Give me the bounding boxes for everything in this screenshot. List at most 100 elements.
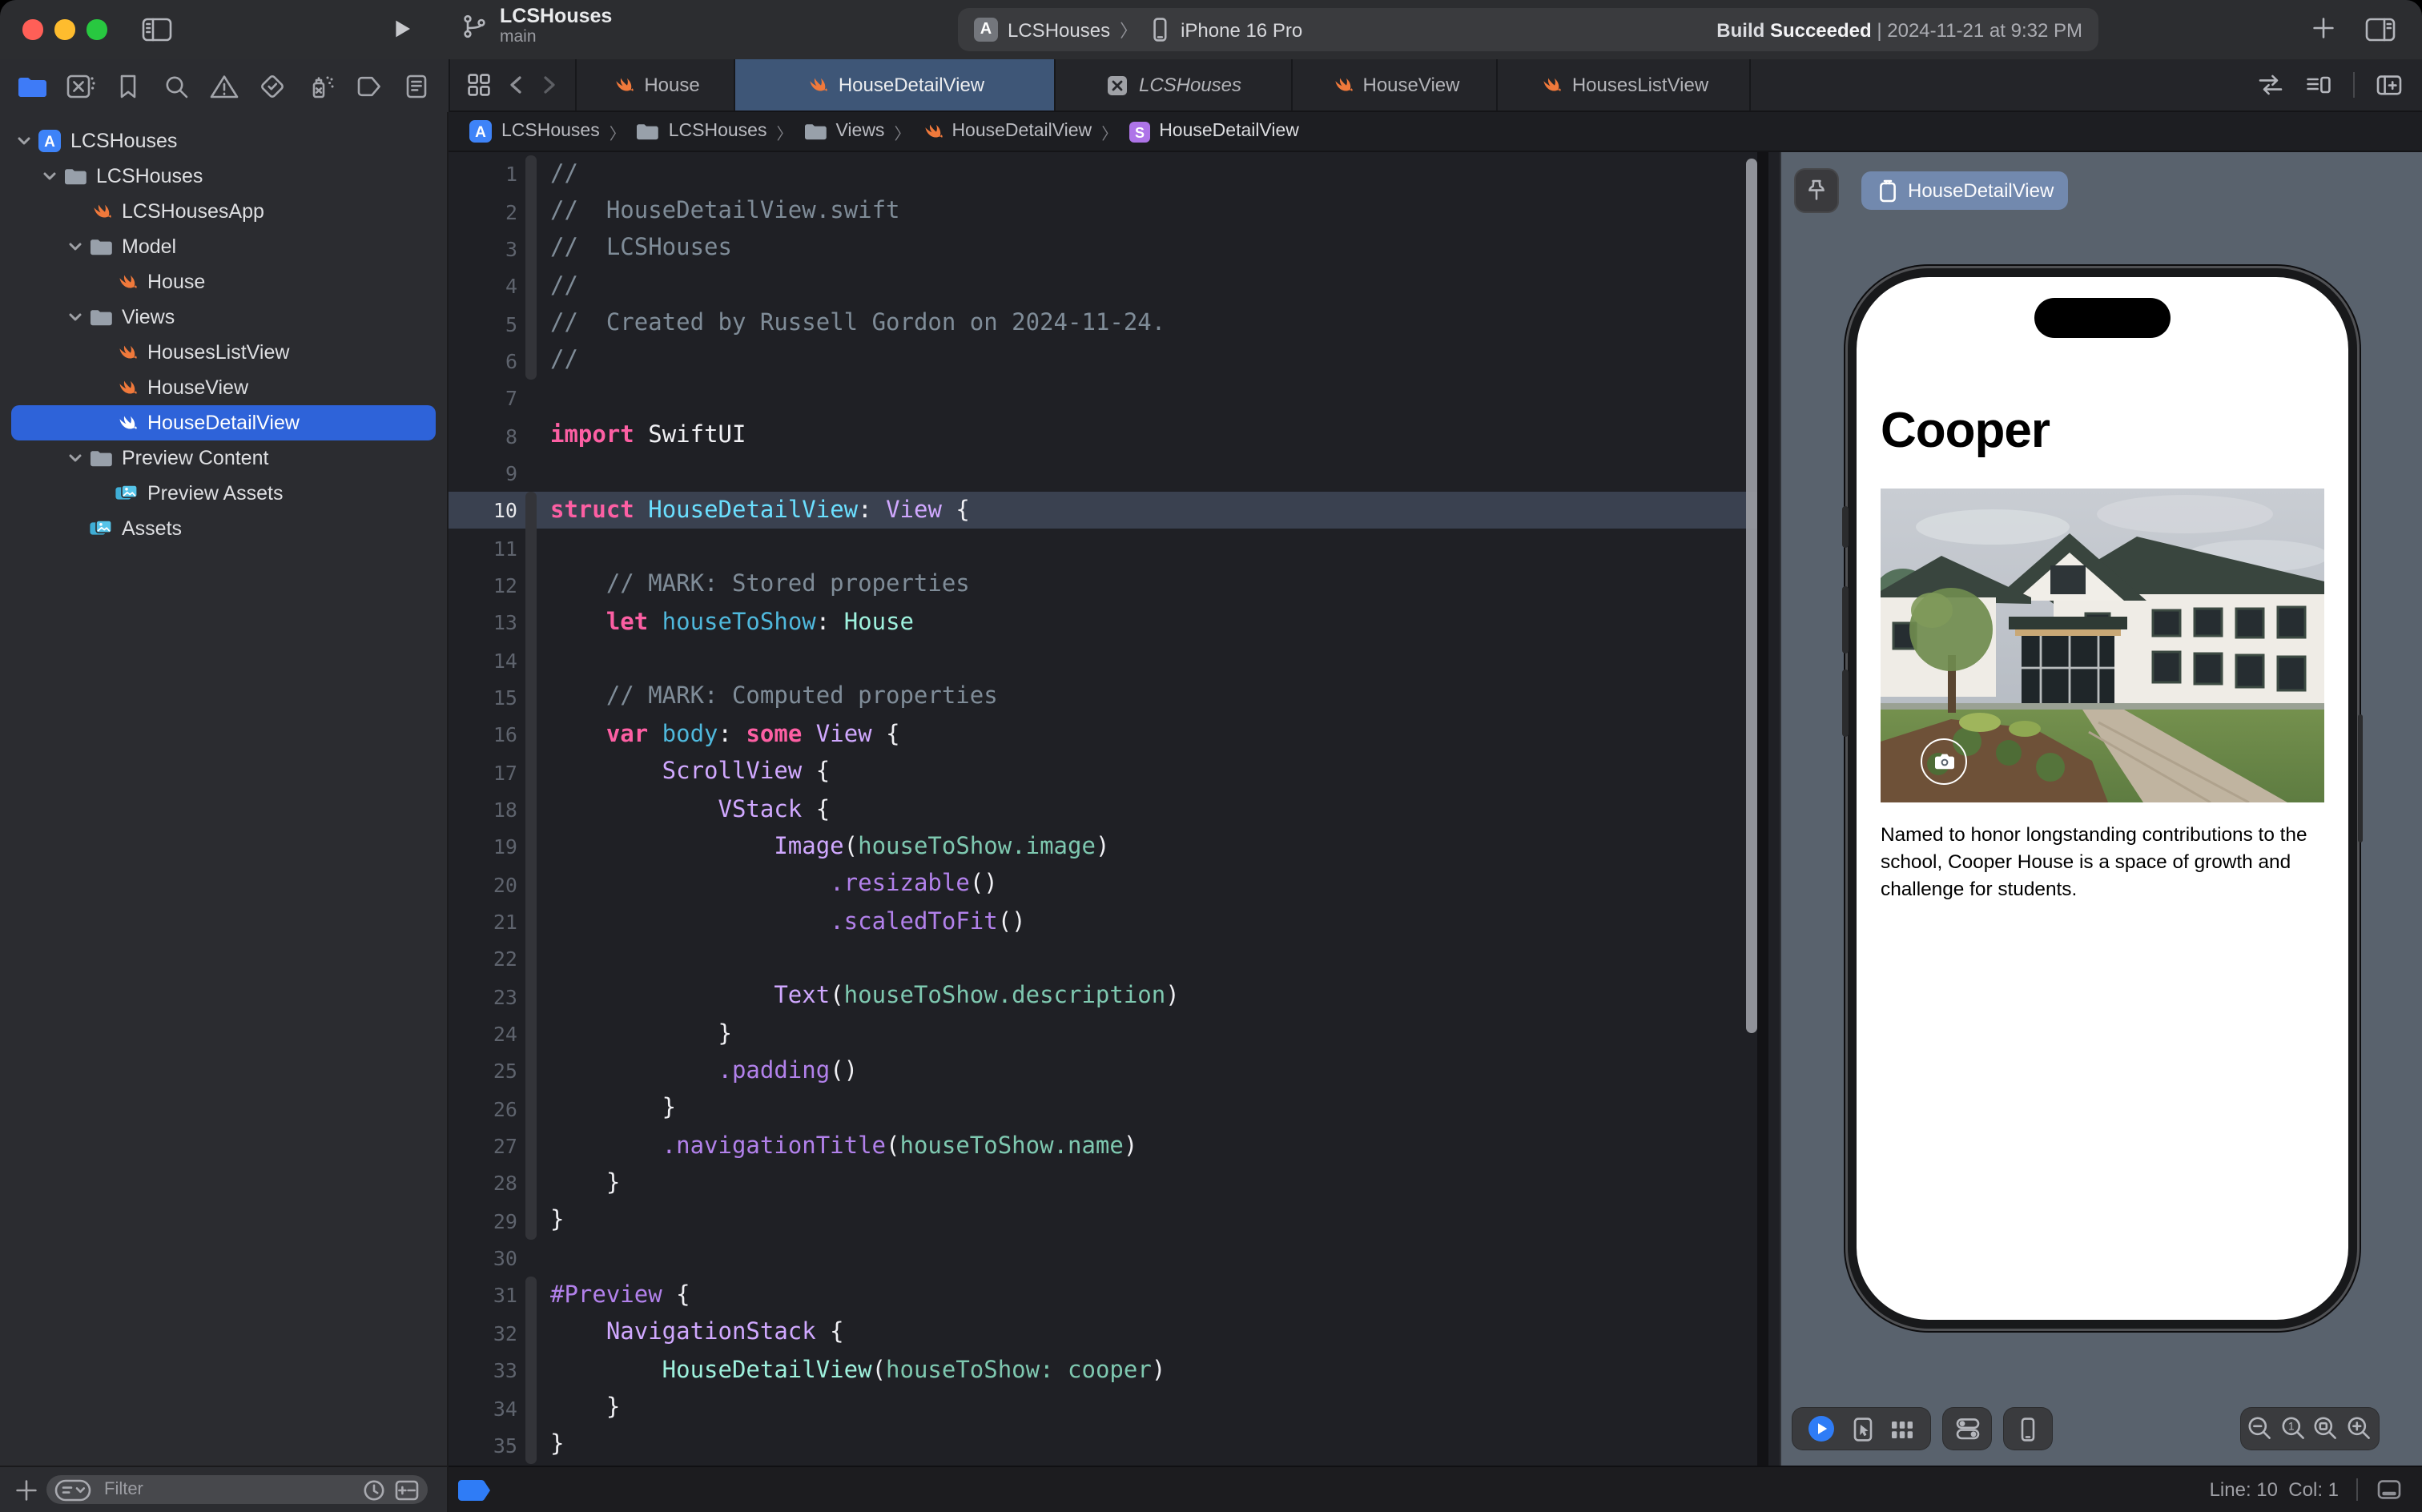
run-destination-project[interactable]: LCSHouses	[1008, 18, 1110, 41]
scheme-area[interactable]: LCSHouses main	[461, 6, 612, 46]
zoom-100-button[interactable]: 1	[2279, 1414, 2307, 1443]
code-line-4[interactable]: 4//	[449, 267, 1757, 305]
line-number[interactable]: 21	[449, 910, 517, 934]
editor-options-icon[interactable]	[2305, 72, 2332, 98]
toggle-bottom-bar-icon[interactable]	[2376, 1477, 2403, 1502]
line-number[interactable]: 34	[449, 1396, 517, 1420]
toggle-left-sidebar-icon[interactable]	[141, 14, 173, 45]
disclosure-chevron-icon[interactable]	[13, 133, 35, 149]
jumpbar-item-Views[interactable]: Views	[803, 119, 885, 144]
tab-HousesListView[interactable]: HousesListView	[1498, 59, 1751, 111]
line-number[interactable]: 14	[449, 648, 517, 672]
line-number[interactable]: 33	[449, 1358, 517, 1382]
line-number[interactable]: 8	[449, 424, 517, 448]
line-number[interactable]: 32	[449, 1321, 517, 1345]
pin-preview-button[interactable]	[1794, 168, 1839, 213]
code-line-9[interactable]: 9	[449, 455, 1757, 493]
jumpbar-item-LCSHouses[interactable]: ALCSHouses	[468, 119, 600, 144]
related-items-icon[interactable]	[466, 72, 492, 98]
debug-navigator-icon[interactable]	[303, 68, 338, 103]
code-line-8[interactable]: 8import SwiftUI	[449, 417, 1757, 455]
line-number[interactable]: 29	[449, 1209, 517, 1233]
code-line-29[interactable]: 29}	[449, 1202, 1757, 1240]
sidebar-item-HouseView[interactable]: HouseView	[11, 370, 436, 405]
code-line-26[interactable]: 26}	[449, 1090, 1757, 1128]
sidebar-item-Preview-Content[interactable]: Preview Content	[11, 440, 436, 476]
activity-status-pill[interactable]: A LCSHouses 〉 iPhone 16 Pro Build Succee…	[958, 8, 2098, 51]
code-line-2[interactable]: 2// HouseDetailView.swift	[449, 193, 1757, 231]
line-number[interactable]: 20	[449, 872, 517, 896]
code-line-14[interactable]: 14	[449, 641, 1757, 679]
tab-HouseDetailView[interactable]: HouseDetailView	[735, 59, 1056, 111]
line-number[interactable]: 28	[449, 1172, 517, 1196]
code-line-27[interactable]: 27.navigationTitle(houseToShow.name)	[449, 1128, 1757, 1165]
bookmarks-navigator-icon[interactable]	[111, 68, 146, 103]
jumpbar-item-HouseDetailView[interactable]: SHouseDetailView	[1127, 119, 1299, 143]
line-number[interactable]: 27	[449, 1134, 517, 1158]
line-number[interactable]: 26	[449, 1097, 517, 1121]
tab-LCSHouses[interactable]: LCSHouses	[1056, 59, 1293, 111]
minimize-window-button[interactable]	[54, 19, 74, 39]
disclosure-chevron-icon[interactable]	[64, 309, 86, 325]
recent-files-icon[interactable]	[362, 1478, 386, 1502]
preview-screen[interactable]: Cooper	[1857, 277, 2348, 1320]
line-number[interactable]: 17	[449, 760, 517, 784]
run-destination-device[interactable]: iPhone 16 Pro	[1181, 18, 1302, 41]
source-control-navigator-icon[interactable]	[62, 68, 98, 103]
line-number[interactable]: 6	[449, 349, 517, 373]
code-line-18[interactable]: 18VStack {	[449, 791, 1757, 829]
preview-device-button[interactable]	[2015, 1415, 2041, 1442]
zoom-out-button[interactable]	[2246, 1414, 2275, 1443]
zoom-fit-button[interactable]	[2312, 1414, 2341, 1443]
preview-device-settings-button[interactable]	[1953, 1416, 1981, 1442]
sidebar-item-HouseDetailView[interactable]: HouseDetailView	[11, 405, 436, 440]
tab-HouseView[interactable]: HouseView	[1293, 59, 1498, 111]
line-number[interactable]: 3	[449, 237, 517, 261]
code-line-28[interactable]: 28}	[449, 1165, 1757, 1203]
line-number[interactable]: 24	[449, 1022, 517, 1046]
reports-navigator-icon[interactable]	[399, 68, 434, 103]
disclosure-chevron-icon[interactable]	[64, 239, 86, 255]
zoom-in-button[interactable]	[2345, 1414, 2374, 1443]
code-line-6[interactable]: 6//	[449, 342, 1757, 380]
code-line-22[interactable]: 22	[449, 940, 1757, 978]
line-number[interactable]: 12	[449, 573, 517, 597]
line-number[interactable]: 10	[449, 499, 517, 523]
sidebar-item-LCSHouses[interactable]: LCSHouses	[11, 159, 436, 194]
code-line-7[interactable]: 7	[449, 380, 1757, 417]
filter-field[interactable]	[46, 1475, 428, 1504]
line-number[interactable]: 30	[449, 1246, 517, 1270]
zoom-window-button[interactable]	[86, 19, 107, 39]
breakpoints-navigator-icon[interactable]	[351, 68, 386, 103]
sidebar-item-HousesListView[interactable]: HousesListView	[11, 335, 436, 370]
code-line-20[interactable]: 20.resizable()	[449, 866, 1757, 903]
line-number[interactable]: 5	[449, 312, 517, 336]
go-forward-icon[interactable]	[540, 74, 559, 96]
sidebar-item-Model[interactable]: Model	[11, 229, 436, 264]
line-number[interactable]: 16	[449, 723, 517, 747]
code-line-21[interactable]: 21.scaledToFit()	[449, 903, 1757, 941]
disclosure-chevron-icon[interactable]	[64, 450, 86, 466]
code-line-25[interactable]: 25.padding()	[449, 1053, 1757, 1091]
line-number[interactable]: 23	[449, 984, 517, 1008]
code-line-15[interactable]: 15// MARK: Computed properties	[449, 679, 1757, 717]
line-number[interactable]: 31	[449, 1284, 517, 1308]
sidebar-item-LCSHousesApp[interactable]: LCSHousesApp	[11, 194, 436, 229]
line-number[interactable]: 4	[449, 274, 517, 298]
source-editor[interactable]: 1//2// HouseDetailView.swift3// LCSHouse…	[449, 152, 1768, 1466]
sidebar-item-LCSHouses[interactable]: ALCSHouses	[11, 123, 436, 159]
code-line-17[interactable]: 17ScrollView {	[449, 754, 1757, 791]
toggle-right-sidebar-icon[interactable]	[2364, 14, 2396, 45]
code-line-5[interactable]: 5// Created by Russell Gordon on 2024-11…	[449, 305, 1757, 343]
line-number[interactable]: 19	[449, 835, 517, 859]
line-number[interactable]: 22	[449, 947, 517, 971]
line-col-indicator[interactable]: Line: 10 Col: 1	[2210, 1478, 2339, 1501]
editor-scrollbar[interactable]	[1746, 159, 1757, 1033]
code-line-23[interactable]: 23Text(houseToShow.description)	[449, 978, 1757, 1015]
sidebar-item-Assets[interactable]: Assets	[11, 511, 436, 546]
code-line-19[interactable]: 19Image(houseToShow.image)	[449, 828, 1757, 866]
sidebar-item-Preview-Assets[interactable]: Preview Assets	[11, 476, 436, 511]
jumpbar-item-LCSHouses[interactable]: LCSHouses	[635, 119, 767, 144]
sidebar-item-Views[interactable]: Views	[11, 300, 436, 335]
line-number[interactable]: 18	[449, 798, 517, 822]
